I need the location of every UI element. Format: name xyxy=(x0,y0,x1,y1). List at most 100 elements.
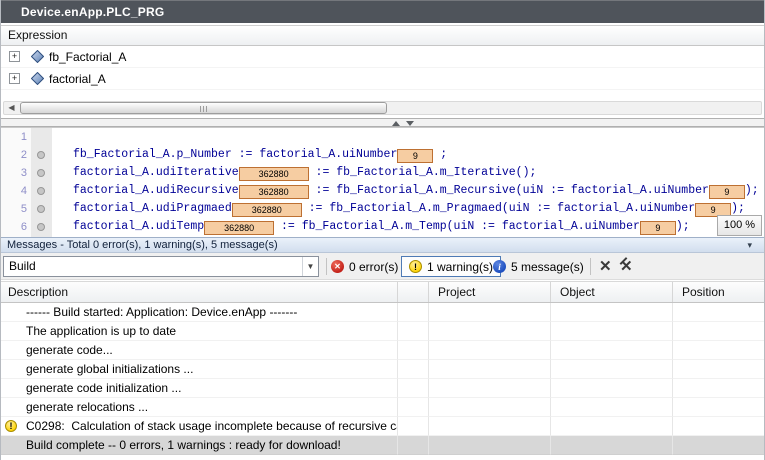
expand-plus-icon[interactable]: + xyxy=(9,51,20,62)
line-number: 3 xyxy=(1,164,31,182)
column-header-object[interactable]: Object xyxy=(551,282,673,302)
monitor-value: 9 xyxy=(640,221,676,235)
message-row[interactable]: generate relocations ... xyxy=(1,398,764,417)
messages-toolbar: Build ▼ ✕ 0 error(s) ! 1 warning(s) i 5 … xyxy=(1,253,764,280)
watch-tree-row[interactable]: + fb_Factorial_A xyxy=(1,46,764,68)
line-number: 6 xyxy=(1,218,31,236)
editor-zoom-level[interactable]: 100 % xyxy=(717,215,762,236)
breakpoint-margin[interactable] xyxy=(31,146,52,164)
watch-list-header[interactable]: Expression xyxy=(1,25,764,46)
message-row[interactable]: The application is up to date xyxy=(1,322,764,341)
code-line[interactable]: 1 xyxy=(1,128,764,146)
combo-dropdown-icon[interactable]: ▼ xyxy=(302,257,318,276)
breakpoint-margin[interactable] xyxy=(31,218,52,236)
splitter-down-icon[interactable] xyxy=(406,121,414,126)
code-line[interactable]: 5factorial_A.udiPragmaed362880 := fb_Fac… xyxy=(1,200,764,218)
messages-caption-bar[interactable]: Messages - Total 0 error(s), 1 warning(s… xyxy=(1,237,764,253)
variable-icon xyxy=(31,72,44,85)
pane-splitter[interactable] xyxy=(1,118,764,127)
toolbar-separator xyxy=(326,258,327,275)
code-line[interactable]: 2 fb_Factorial_A.p_Number := factorial_A.… xyxy=(1,146,764,164)
variable-icon xyxy=(31,50,44,63)
warning-icon: ! xyxy=(5,420,17,432)
expression-label: fb_Factorial_A xyxy=(49,46,126,68)
message-row[interactable]: generate global initializations ... xyxy=(1,360,764,379)
code-editor[interactable]: 12 fb_Factorial_A.p_Number := factorial_A… xyxy=(1,127,764,237)
messages-table-header: Description Project Object Position xyxy=(1,281,764,303)
watch-tree-row[interactable]: +factorial_A xyxy=(1,68,764,90)
toolbar-separator xyxy=(590,258,591,275)
message-cell-position xyxy=(673,341,764,360)
caption-menu-arrow-icon[interactable]: ▾ xyxy=(747,240,752,251)
breakpoint-bullet-icon xyxy=(37,205,45,213)
line-number: 5 xyxy=(1,200,31,218)
warnings-filter-button[interactable]: ! 1 warning(s) xyxy=(401,256,501,277)
messages-filter-button[interactable]: i 5 message(s) xyxy=(493,257,584,276)
message-row[interactable]: !C0298: Calculation of stack usage incom… xyxy=(1,417,764,436)
column-header-position[interactable]: Position xyxy=(673,282,764,302)
column-header-project[interactable]: Project xyxy=(429,282,551,302)
column-header-blank[interactable] xyxy=(398,282,429,302)
message-cell-project xyxy=(429,398,551,417)
message-cell-object xyxy=(551,303,673,322)
message-cell-project xyxy=(429,379,551,398)
scroll-left-arrow-icon[interactable]: ◀ xyxy=(5,103,18,113)
message-cell-project xyxy=(429,322,551,341)
scrollbar-thumb[interactable] xyxy=(20,102,387,114)
horizontal-scrollbar[interactable]: ◀ xyxy=(3,101,762,115)
code-token: := fb_Factorial_A.m_Temp(uiN := factoria… xyxy=(274,220,640,233)
code-line[interactable]: 3factorial_A.udiIterative362880 := fb_Fa… xyxy=(1,164,764,182)
breakpoint-margin[interactable] xyxy=(31,164,52,182)
code-token: fb_Factorial_A.p_Number := factorial_A.u… xyxy=(73,148,397,161)
messages-panel: Messages - Total 0 error(s), 1 warning(s… xyxy=(1,237,764,460)
line-number: 4 xyxy=(1,182,31,200)
breakpoint-margin[interactable] xyxy=(31,128,52,146)
splitter-up-icon[interactable] xyxy=(392,121,400,126)
clear-all-messages-button[interactable]: ✕ xyxy=(620,257,633,276)
code-line[interactable]: 4factorial_A.udiRecursive362880 := fb_Fa… xyxy=(1,182,764,200)
code-lines: 12 fb_Factorial_A.p_Number := factorial_A… xyxy=(1,128,764,237)
code-token: ); xyxy=(731,202,745,215)
info-icon: i xyxy=(493,260,506,273)
message-cell-position xyxy=(673,436,764,455)
errors-filter-label: 0 error(s) xyxy=(349,260,398,274)
monitor-value: 362880 xyxy=(204,221,274,235)
code-line[interactable]: 6 factorial_A.udiTemp362880 := fb_Factori… xyxy=(1,218,764,236)
code-token: ); xyxy=(745,184,759,197)
column-header-description[interactable]: Description xyxy=(1,282,398,302)
plc-editor-window: Device.enApp.PLC_PRG Expression + fb_Fact… xyxy=(0,0,765,460)
category-filter-combo[interactable]: Build ▼ xyxy=(3,256,319,277)
line-number: 2 xyxy=(1,146,31,164)
messages-filter-label: 5 message(s) xyxy=(511,260,584,274)
breakpoint-margin[interactable] xyxy=(31,182,52,200)
code-token: := fb_Factorial_A.m_Recursive(uiN := fac… xyxy=(309,184,709,197)
message-description: generate code initialization ... xyxy=(1,379,398,398)
document-title: Device.enApp.PLC_PRG xyxy=(21,1,164,24)
message-cell-blank xyxy=(398,322,429,341)
message-description-text: generate relocations ... xyxy=(26,400,148,414)
message-cell-blank xyxy=(398,379,429,398)
message-description: !C0298: Calculation of stack usage incom… xyxy=(1,417,398,436)
monitor-value: 362880 xyxy=(239,167,309,181)
errors-filter-button[interactable]: ✕ 0 error(s) xyxy=(331,257,398,276)
messages-table-body: ------ Build started: Application: Devic… xyxy=(1,303,764,455)
expression-column-header[interactable]: Expression xyxy=(8,26,67,45)
scrollbar-grip-icon xyxy=(200,106,208,112)
message-cell-object xyxy=(551,436,673,455)
message-row[interactable]: generate code... xyxy=(1,341,764,360)
clear-message-button[interactable]: ✕ xyxy=(599,257,612,276)
message-cell-position xyxy=(673,398,764,417)
code-token: factorial_A.udiPragmaed xyxy=(73,202,232,215)
message-cell-blank xyxy=(398,398,429,417)
message-row[interactable]: ------ Build started: Application: Devic… xyxy=(1,303,764,322)
document-title-bar: Device.enApp.PLC_PRG xyxy=(1,0,764,23)
code-text: factorial_A.udiTemp362880 := fb_Factoria… xyxy=(52,218,690,236)
expand-plus-icon[interactable]: + xyxy=(9,73,20,84)
code-token: ); xyxy=(676,220,690,233)
message-row[interactable]: Build complete -- 0 errors, 1 warnings :… xyxy=(1,436,764,455)
monitor-value: 9 xyxy=(397,149,433,163)
message-row[interactable]: generate code initialization ... xyxy=(1,379,764,398)
breakpoint-margin[interactable] xyxy=(31,200,52,218)
message-cell-project xyxy=(429,417,551,436)
message-cell-blank xyxy=(398,436,429,455)
